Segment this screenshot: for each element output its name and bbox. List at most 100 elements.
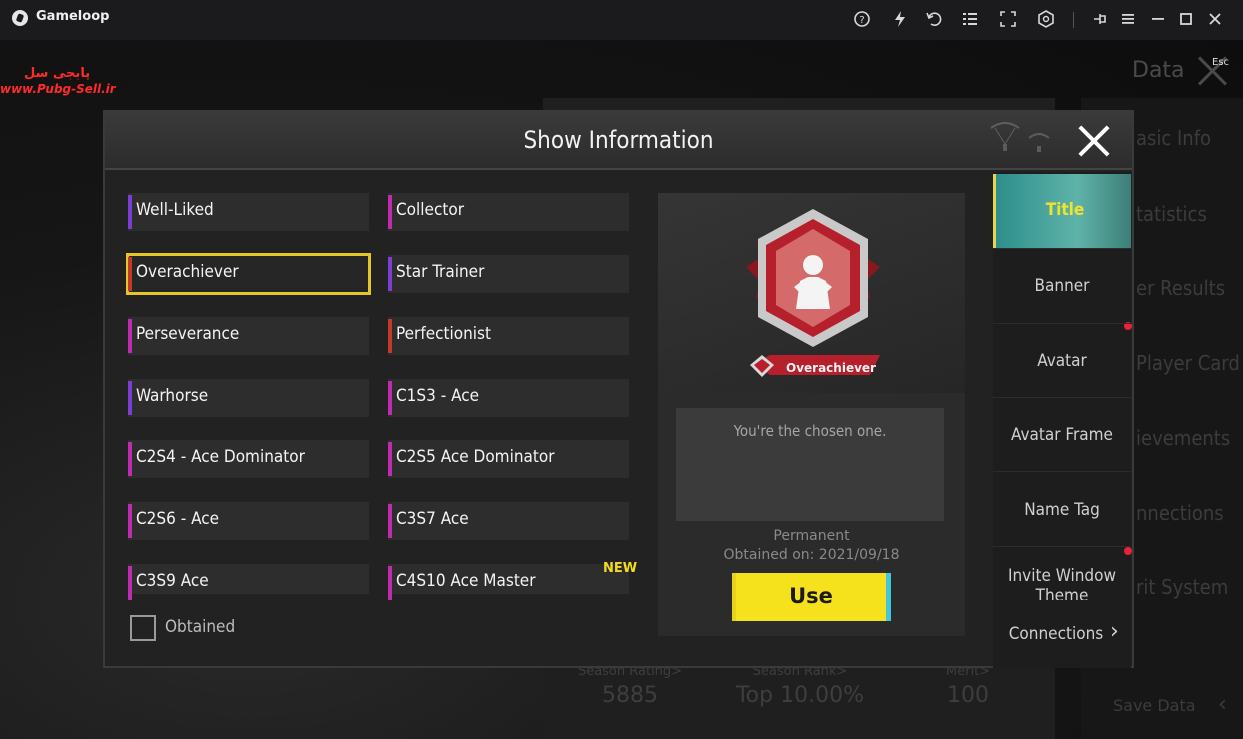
- tab-title[interactable]: Title: [993, 174, 1131, 248]
- use-button-label: Use: [789, 584, 833, 608]
- obtained-date: Obtained on: 2021/09/18: [723, 547, 900, 563]
- title-item-perfectionist[interactable]: Perfectionist: [388, 317, 629, 355]
- minimize-icon[interactable]: [1148, 10, 1168, 30]
- title-item-star-trainer[interactable]: Star Trainer: [388, 255, 629, 293]
- background-data-title: Data: [1132, 58, 1185, 83]
- tab-avatar[interactable]: Avatar: [993, 325, 1131, 399]
- title-item-label: C2S5 Ace Dominator: [396, 447, 555, 467]
- rarity-bar: [128, 504, 132, 538]
- help-icon[interactable]: ?: [852, 10, 872, 30]
- close-window-icon[interactable]: [1205, 10, 1225, 30]
- title-item-c3s7-ace[interactable]: C3S7 Ace: [388, 502, 629, 540]
- title-item-c2s4-ace-dominator[interactable]: C2S4 - Ace Dominator: [128, 440, 369, 478]
- title-item-label: Perfectionist: [396, 324, 492, 344]
- esc-label: Esc: [1212, 57, 1230, 68]
- merit-stat[interactable]: Merit> 100: [920, 664, 1016, 708]
- rarity-bar: [128, 257, 132, 291]
- dialog-title: Show Information: [523, 126, 714, 154]
- dialog-header: Show Information: [105, 112, 1132, 170]
- overachiever-emblem-icon: [746, 209, 880, 377]
- fullscreen-icon[interactable]: [998, 10, 1018, 30]
- title-item-label: C2S4 - Ace Dominator: [136, 447, 305, 467]
- rarity-bar: [388, 504, 392, 538]
- title-item-label: C3S9 Ace: [136, 571, 209, 591]
- chevron-right-icon: ›: [1110, 619, 1119, 644]
- rarity-bar: [388, 319, 392, 353]
- title-item-label: Perseverance: [136, 324, 240, 344]
- title-item-c3s9-ace[interactable]: C3S9 Ace: [128, 564, 369, 600]
- title-item-c2s5-ace-dominator[interactable]: C2S5 Ace Dominator: [388, 440, 629, 478]
- tab-label: Name Tag: [1024, 500, 1100, 520]
- tab-divider: [993, 397, 1131, 398]
- use-button[interactable]: Use: [732, 573, 891, 621]
- menu-icon[interactable]: [1118, 10, 1138, 30]
- title-item-label: Star Trainer: [396, 262, 485, 282]
- watermark-url: www.Pubg-Sell.ir: [0, 82, 116, 96]
- bg-sidebar-item[interactable]: er Results: [1136, 276, 1225, 300]
- title-item-collector[interactable]: Collector: [388, 193, 629, 231]
- new-badge: NEW: [603, 561, 638, 576]
- rarity-bar: [128, 442, 132, 476]
- title-item-label: Warhorse: [136, 386, 209, 406]
- bg-sidebar-item[interactable]: nnections: [1136, 501, 1224, 525]
- maximize-icon[interactable]: [1176, 10, 1196, 30]
- bg-sidebar-item[interactable]: Player Card: [1136, 351, 1240, 375]
- rarity-bar: [128, 381, 132, 415]
- title-description: You're the chosen one.: [733, 422, 887, 440]
- title-item-warhorse[interactable]: Warhorse: [128, 379, 369, 417]
- bg-sidebar-item[interactable]: asic Info: [1136, 126, 1211, 150]
- title-item-label: C1S3 - Ace: [396, 386, 480, 406]
- tab-label: Title: [1045, 200, 1085, 220]
- tab-name-tag[interactable]: Name Tag: [993, 474, 1131, 548]
- title-item-label: C3S7 Ace: [396, 509, 469, 529]
- title-item-c4s10-ace-master[interactable]: C4S10 Ace Master: [388, 564, 629, 600]
- tab-divider: [993, 471, 1131, 472]
- obtained-filter-checkbox[interactable]: [130, 615, 156, 641]
- app-name: Gameloop: [36, 9, 110, 24]
- tab-avatar-frame[interactable]: Avatar Frame: [993, 399, 1131, 473]
- bg-sidebar-item[interactable]: ievements: [1136, 426, 1230, 450]
- collapse-chevron-icon[interactable]: ‹: [1218, 692, 1227, 717]
- rarity-bar: [128, 566, 132, 600]
- rarity-bar: [388, 195, 392, 229]
- title-item-label: Overachiever: [136, 262, 239, 282]
- notification-dot: [1124, 547, 1132, 555]
- tab-banner[interactable]: Banner: [993, 250, 1131, 324]
- title-item-c1s3-ace[interactable]: C1S3 - Ace: [388, 379, 629, 417]
- emblem-label: Overachiever: [786, 361, 876, 375]
- emulator-title-bar: Gameloop ?: [0, 0, 1243, 40]
- watermark-text: پابجی سل: [24, 66, 91, 81]
- pin-icon[interactable]: [1090, 10, 1110, 30]
- title-duration: Permanent: [773, 528, 850, 544]
- save-data-button[interactable]: Save Data: [1113, 696, 1196, 715]
- toolbar-divider: [1073, 12, 1074, 28]
- keyboard-layout-icon[interactable]: [960, 10, 980, 30]
- title-item-well-liked[interactable]: Well-Liked: [128, 193, 369, 231]
- title-item-label: Collector: [396, 200, 464, 220]
- gameloop-logo-icon: [12, 10, 28, 26]
- undo-icon[interactable]: [924, 10, 944, 30]
- title-item-label: C4S10 Ace Master: [396, 571, 536, 591]
- tab-label: Avatar Frame: [1011, 425, 1113, 445]
- bg-sidebar-item[interactable]: tatistics: [1136, 202, 1207, 226]
- season-rank-stat[interactable]: Season Rank> Top 10.00%: [730, 664, 870, 708]
- rarity-bar: [128, 319, 132, 353]
- bg-sidebar-item[interactable]: rit System: [1136, 575, 1228, 599]
- title-item-overachiever[interactable]: Overachiever: [126, 253, 371, 295]
- title-item-label: C2S6 - Ace: [136, 509, 220, 529]
- svg-text:?: ?: [859, 15, 864, 26]
- obtained-filter-label: Obtained: [165, 617, 236, 637]
- boost-icon[interactable]: [890, 10, 910, 30]
- title-item-label: Well-Liked: [136, 200, 214, 220]
- season-rating-stat[interactable]: Season Rating> 5885: [570, 664, 690, 708]
- rarity-bar: [388, 566, 392, 600]
- dialog-close-button[interactable]: [1077, 124, 1111, 158]
- rarity-bar: [388, 257, 392, 291]
- title-item-c2s6-ace[interactable]: C2S6 - Ace: [128, 502, 369, 540]
- settings-cube-icon[interactable]: [1036, 10, 1056, 30]
- tab-label: Avatar: [1037, 351, 1087, 371]
- tab-invite-window-theme[interactable]: Invite Window Theme: [993, 556, 1131, 600]
- rarity-bar: [128, 195, 132, 229]
- title-item-perseverance[interactable]: Perseverance: [128, 317, 369, 355]
- tab-label: Connections: [1008, 624, 1104, 644]
